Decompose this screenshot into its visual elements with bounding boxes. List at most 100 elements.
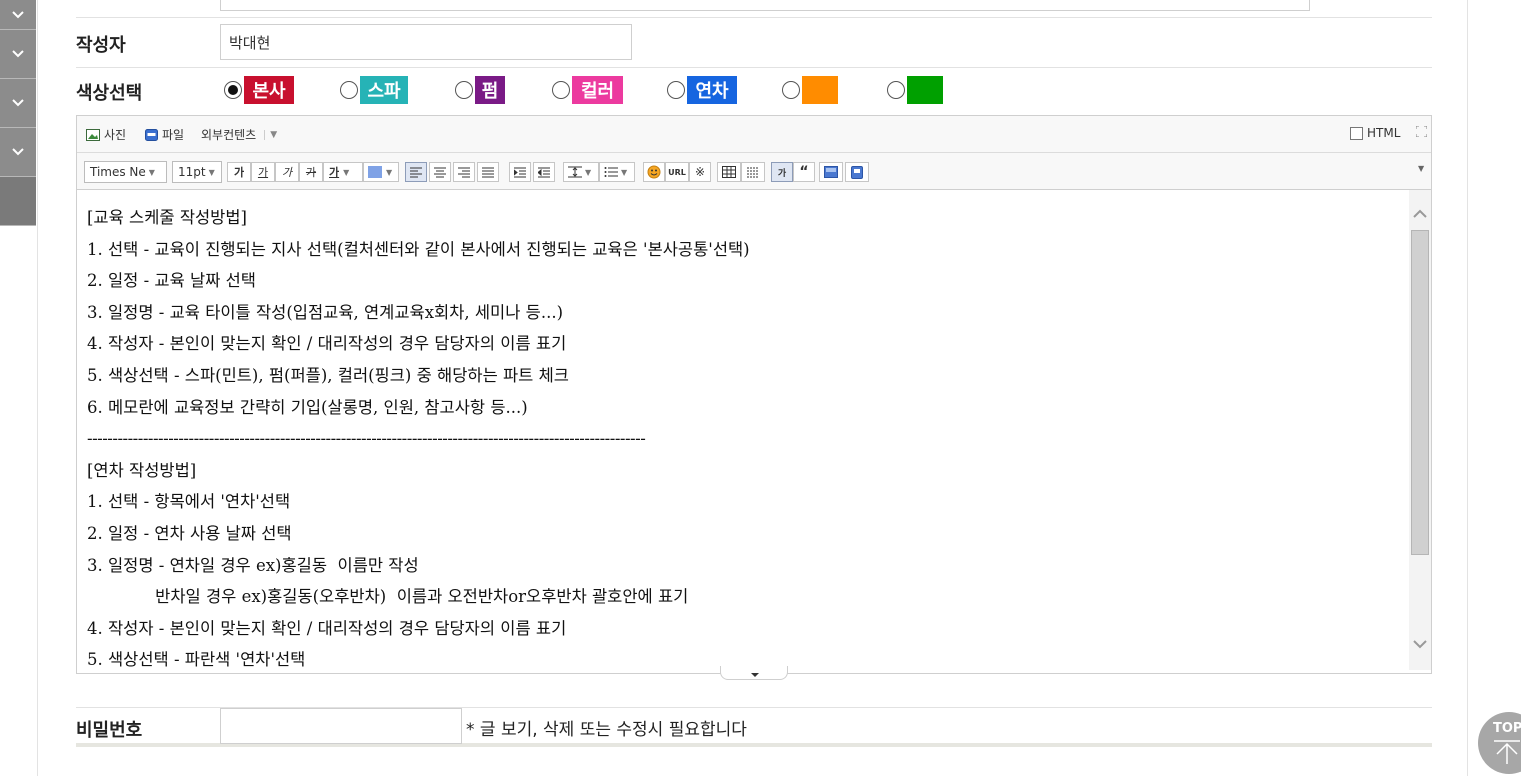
password-input[interactable] xyxy=(220,708,462,744)
external-dropdown-icon[interactable]: ▼ xyxy=(264,129,277,140)
photo-button[interactable]: 사진 xyxy=(86,126,126,143)
content-line: 5. 색상선택 - 스파(민트), 펌(퍼플), 컬러(핑크) 중 해당하는 파… xyxy=(87,365,569,385)
left-tab-3[interactable] xyxy=(0,79,36,128)
external-content-label: 외부컨텐츠 xyxy=(201,128,257,142)
fullscreen-icon[interactable] xyxy=(1416,126,1427,137)
swatch-perm: 펌 xyxy=(475,76,505,104)
editor-content[interactable]: [교육 스케줄 작성방법] 1. 선택 - 교육이 진행되는 지사 선택(컬처센… xyxy=(77,190,1410,670)
left-tab-strip xyxy=(0,0,36,226)
font-size-select[interactable]: 11pt ▼ xyxy=(172,161,222,183)
scroll-up-icon[interactable] xyxy=(1412,208,1428,220)
horizontal-rule-button[interactable] xyxy=(741,162,765,182)
table-icon xyxy=(722,166,736,178)
previous-row-input[interactable] xyxy=(220,0,1310,11)
html-toggle[interactable]: HTML xyxy=(1350,126,1400,140)
radio-color[interactable] xyxy=(552,81,570,99)
outdent-button[interactable] xyxy=(533,162,555,182)
content-line: 3. 일정명 - 교육 타이틀 작성(입점교육, 연계교육x회차, 세미나 등.… xyxy=(87,302,564,322)
text-color-button[interactable]: 가 ▼ xyxy=(323,162,363,182)
radio-perm[interactable] xyxy=(455,81,473,99)
line-height-icon xyxy=(568,166,582,178)
password-row: 비밀번호 * 글 보기, 삭제 또는 수정시 필요합니다 xyxy=(76,707,1432,747)
content-line: 4. 작성자 - 본인이 맞는지 확인 / 대리작성의 경우 담당자의 이름 표… xyxy=(87,334,567,354)
content-line: 3. 일정명 - 연차일 경우 ex)홍길동 이름만 작성 xyxy=(87,555,419,575)
color-option-leave[interactable]: 연차 xyxy=(667,76,737,104)
editor-scrollbar[interactable] xyxy=(1409,190,1431,670)
align-justify-button[interactable] xyxy=(477,162,499,182)
content-line: 반차일 경우 ex)홍길동(오후반차) 이름과 오전반차or오후반차 괄호안에 … xyxy=(87,587,689,607)
underline-button[interactable]: 가 xyxy=(251,162,275,182)
chevron-down-icon: ▼ xyxy=(148,167,155,177)
emoticon-button[interactable] xyxy=(643,162,665,182)
editor-resize-handle[interactable] xyxy=(720,666,788,680)
background-button[interactable] xyxy=(819,162,843,182)
align-center-button[interactable] xyxy=(429,162,451,182)
swatch-green xyxy=(907,76,943,104)
left-tab-1[interactable] xyxy=(0,0,36,30)
resize-arrow-icon xyxy=(751,673,759,677)
url-button[interactable]: URL xyxy=(665,162,689,182)
table-button[interactable] xyxy=(717,162,741,182)
toolbar-expand-icon[interactable]: ▼ xyxy=(1418,164,1424,173)
editor-toolbar-attach: 사진 파일 외부컨텐츠 ▼ HTML xyxy=(77,116,1431,153)
radio-leave[interactable] xyxy=(667,81,685,99)
quote-button[interactable]: “ xyxy=(793,162,815,182)
external-content-button[interactable]: 외부컨텐츠 ▼ xyxy=(201,126,277,143)
photo-label: 사진 xyxy=(104,128,127,142)
writer-input[interactable]: 박대현 xyxy=(220,24,632,60)
left-tab-4[interactable] xyxy=(0,128,36,177)
bg-color-button[interactable]: ▼ xyxy=(363,162,399,182)
align-center-icon xyxy=(434,167,446,177)
color-option-bonsa[interactable]: 본사 xyxy=(224,76,294,104)
list-button[interactable]: ▼ xyxy=(599,162,635,182)
align-right-button[interactable] xyxy=(453,162,475,182)
background-icon xyxy=(824,166,838,178)
italic-button[interactable]: 가 xyxy=(275,162,299,182)
scrollbar-thumb[interactable] xyxy=(1411,230,1429,555)
color-option-spa[interactable]: 스파 xyxy=(340,76,408,104)
horizontal-rule-icon xyxy=(747,167,759,178)
content-divider-line: ----------------------------------------… xyxy=(87,429,646,449)
bold-button[interactable]: 가 xyxy=(227,162,251,182)
color-option-green[interactable] xyxy=(887,76,943,104)
content-left-border xyxy=(37,0,38,776)
editor-toolbar-format: Times Ne ▼ 11pt ▼ 가 가 가 가 가 ▼ ▼ ▼ ▼ URL … xyxy=(77,153,1431,190)
radio-spa[interactable] xyxy=(340,81,358,99)
strikethrough-button[interactable]: 가 xyxy=(299,162,323,182)
password-label: 비밀번호 xyxy=(76,720,143,741)
scroll-down-icon[interactable] xyxy=(1412,638,1428,650)
arrow-up-icon xyxy=(1494,740,1520,764)
html-label: HTML xyxy=(1367,126,1401,140)
special-char-button[interactable]: ※ xyxy=(689,162,711,182)
radio-green[interactable] xyxy=(887,81,905,99)
content-line: 1. 선택 - 교육이 진행되는 지사 선택(컬처센터와 같이 본사에서 진행되… xyxy=(87,239,750,259)
line-height-button[interactable]: ▼ xyxy=(563,162,599,182)
indent-button[interactable] xyxy=(509,162,531,182)
color-option-color[interactable]: 컬러 xyxy=(552,76,623,104)
writer-label: 작성자 xyxy=(76,35,126,56)
radio-orange[interactable] xyxy=(782,81,800,99)
align-left-button[interactable] xyxy=(405,162,427,182)
chevron-down-icon: ▼ xyxy=(621,167,628,177)
radio-bonsa[interactable] xyxy=(224,81,242,99)
text-box-button[interactable]: 가 xyxy=(771,162,793,182)
font-family-select[interactable]: Times Ne ▼ xyxy=(84,161,167,183)
scroll-top-button[interactable]: TOP xyxy=(1478,712,1521,774)
swatch-leave: 연차 xyxy=(687,76,737,104)
file-button[interactable]: 파일 xyxy=(145,126,184,143)
content-right-border xyxy=(1467,0,1468,776)
left-tab-5[interactable] xyxy=(0,177,36,226)
content-line: [교육 스케줄 작성방법] xyxy=(87,208,247,227)
color-option-perm[interactable]: 펌 xyxy=(455,76,505,104)
swatch-orange xyxy=(802,76,838,104)
chevron-down-icon: ▼ xyxy=(585,167,592,177)
indent-icon xyxy=(514,167,526,177)
content-line: 4. 작성자 - 본인이 맞는지 확인 / 대리작성의 경우 담당자의 이름 표… xyxy=(87,618,567,638)
chevron-down-icon: ▼ xyxy=(208,167,215,177)
template-button[interactable] xyxy=(845,162,869,182)
html-checkbox[interactable] xyxy=(1350,126,1363,140)
chevron-down-icon: ▼ xyxy=(343,167,350,177)
color-option-orange[interactable] xyxy=(782,76,838,104)
left-tab-2[interactable] xyxy=(0,30,36,79)
top-button-label: TOP xyxy=(1493,721,1521,736)
